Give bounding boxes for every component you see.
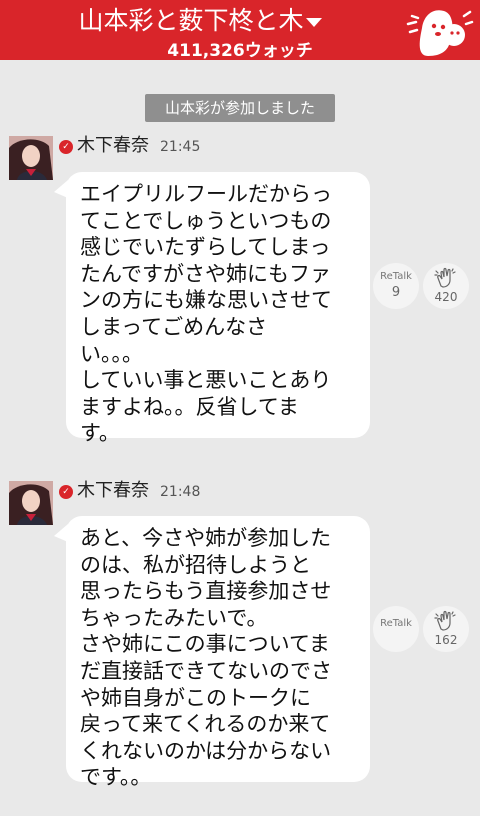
retalk-label: ReTalk — [380, 271, 412, 282]
system-message: 山本彩が参加しました — [145, 94, 335, 122]
verified-check-icon: ✓ — [59, 140, 73, 154]
dropdown-triangle-icon — [305, 17, 322, 27]
avatar-photo — [9, 481, 53, 525]
avatar-photo — [9, 136, 53, 180]
clap-button[interactable]: 162 — [423, 606, 469, 652]
sender-name[interactable]: 木下春奈 — [77, 480, 149, 502]
retalk-button[interactable]: ReTalk 9 — [373, 263, 419, 309]
talk-title-dropdown[interactable]: 山本彩と薮下柊と木 — [0, 5, 400, 37]
message-bubble[interactable]: エイプリルフールだからっ てことでしゅうといつもの 感じでいたずらしてしまっ た… — [66, 172, 370, 445]
message-time: 21:45 — [160, 139, 201, 155]
retalk-button[interactable]: ReTalk — [373, 606, 419, 652]
avatar[interactable] — [9, 481, 53, 525]
message-time: 21:48 — [160, 484, 201, 500]
retalk-count: 9 — [391, 285, 401, 300]
clap-count: 420 — [434, 290, 458, 304]
header-bar: 山本彩と薮下柊と木 411,326ウォッチ — [0, 0, 480, 61]
avatar[interactable] — [9, 136, 53, 180]
mascot-icon[interactable] — [404, 2, 474, 60]
talk-title: 山本彩と薮下柊と木 — [78, 6, 304, 35]
sender-name[interactable]: 木下春奈 — [77, 135, 149, 157]
retalk-label: ReTalk — [380, 618, 412, 629]
verified-check-icon: ✓ — [59, 485, 73, 499]
clap-hands-icon — [434, 610, 456, 631]
clap-count: 162 — [434, 633, 458, 647]
message-bubble[interactable]: あと、今さや姉が参加した のは、私が招待しようと 思ったらもう直接参加させ ちゃ… — [66, 516, 370, 789]
clap-hands-icon — [434, 267, 456, 288]
clap-button[interactable]: 420 — [423, 263, 469, 309]
